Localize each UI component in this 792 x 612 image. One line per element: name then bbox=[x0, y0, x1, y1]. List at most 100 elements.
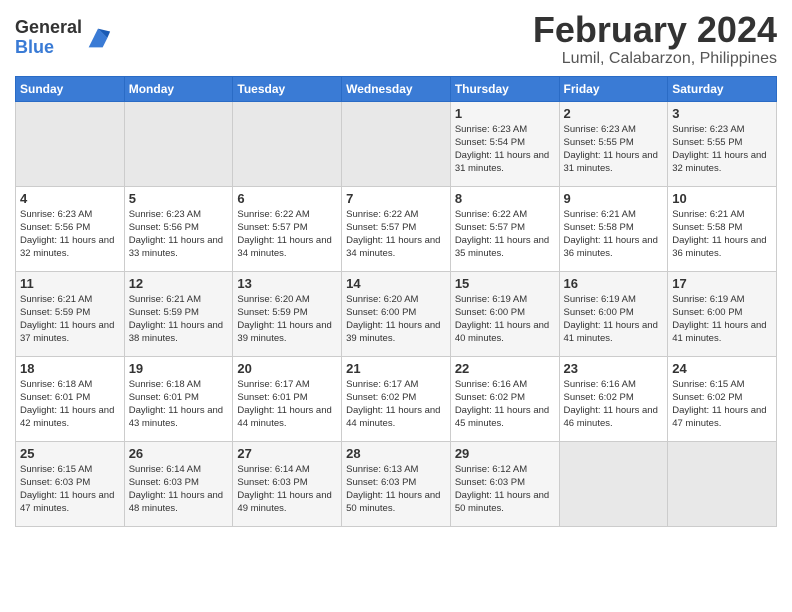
calendar-cell: 2 Sunrise: 6:23 AMSunset: 5:55 PMDaylight… bbox=[559, 101, 668, 186]
cell-content: Sunrise: 6:19 AMSunset: 6:00 PMDaylight:… bbox=[564, 293, 664, 346]
location-title: Lumil, Calabarzon, Philippines bbox=[533, 50, 777, 68]
calendar-cell bbox=[124, 101, 233, 186]
calendar-week-row: 1 Sunrise: 6:23 AMSunset: 5:54 PMDaylight… bbox=[16, 101, 777, 186]
calendar-week-row: 4 Sunrise: 6:23 AMSunset: 5:56 PMDaylight… bbox=[16, 186, 777, 271]
calendar-cell: 10 Sunrise: 6:21 AMSunset: 5:58 PMDayligh… bbox=[668, 186, 777, 271]
calendar-week-row: 18 Sunrise: 6:18 AMSunset: 6:01 PMDayligh… bbox=[16, 356, 777, 441]
logo-general-text: General bbox=[15, 17, 82, 37]
cell-content: Sunrise: 6:21 AMSunset: 5:59 PMDaylight:… bbox=[20, 293, 120, 346]
calendar-cell: 11 Sunrise: 6:21 AMSunset: 5:59 PMDayligh… bbox=[16, 271, 125, 356]
day-number: 10 bbox=[672, 191, 772, 206]
cell-content: Sunrise: 6:19 AMSunset: 6:00 PMDaylight:… bbox=[672, 293, 772, 346]
calendar-cell bbox=[559, 441, 668, 526]
day-number: 3 bbox=[672, 106, 772, 121]
month-title: February 2024 bbox=[533, 10, 777, 50]
calendar-cell: 7 Sunrise: 6:22 AMSunset: 5:57 PMDaylight… bbox=[342, 186, 451, 271]
cell-content: Sunrise: 6:23 AMSunset: 5:55 PMDaylight:… bbox=[564, 123, 664, 176]
day-number: 20 bbox=[237, 361, 337, 376]
cell-content: Sunrise: 6:20 AMSunset: 5:59 PMDaylight:… bbox=[237, 293, 337, 346]
calendar-cell: 21 Sunrise: 6:17 AMSunset: 6:02 PMDayligh… bbox=[342, 356, 451, 441]
day-number: 16 bbox=[564, 276, 664, 291]
weekday-header-thursday: Thursday bbox=[450, 76, 559, 101]
day-number: 7 bbox=[346, 191, 446, 206]
cell-content: Sunrise: 6:14 AMSunset: 6:03 PMDaylight:… bbox=[237, 463, 337, 516]
calendar-cell: 24Sunrise: 6:15 AMSunset: 6:02 PMDayligh… bbox=[668, 356, 777, 441]
day-number: 8 bbox=[455, 191, 555, 206]
cell-content: Sunrise: 6:16 AMSunset: 6:02 PMDaylight:… bbox=[455, 378, 555, 431]
calendar-cell bbox=[342, 101, 451, 186]
cell-content: Sunrise: 6:21 AMSunset: 5:59 PMDaylight:… bbox=[129, 293, 229, 346]
weekday-header-tuesday: Tuesday bbox=[233, 76, 342, 101]
logo-blue-text: Blue bbox=[15, 37, 54, 57]
calendar-cell: 26Sunrise: 6:14 AMSunset: 6:03 PMDayligh… bbox=[124, 441, 233, 526]
calendar-cell: 18Sunrise: 6:18 AMSunset: 6:01 PMDayligh… bbox=[16, 356, 125, 441]
calendar-cell: 20Sunrise: 6:17 AMSunset: 6:01 PMDayligh… bbox=[233, 356, 342, 441]
day-number: 28 bbox=[346, 446, 446, 461]
weekday-header-row: SundayMondayTuesdayWednesdayThursdayFrid… bbox=[16, 76, 777, 101]
cell-content: Sunrise: 6:15 AMSunset: 6:02 PMDaylight:… bbox=[672, 378, 772, 431]
day-number: 17 bbox=[672, 276, 772, 291]
weekday-header-saturday: Saturday bbox=[668, 76, 777, 101]
calendar-cell: 6 Sunrise: 6:22 AMSunset: 5:57 PMDaylight… bbox=[233, 186, 342, 271]
cell-content: Sunrise: 6:23 AMSunset: 5:56 PMDaylight:… bbox=[129, 208, 229, 261]
day-number: 26 bbox=[129, 446, 229, 461]
day-number: 1 bbox=[455, 106, 555, 121]
calendar-cell: 3Sunrise: 6:23 AMSunset: 5:55 PMDaylight… bbox=[668, 101, 777, 186]
calendar-week-row: 11 Sunrise: 6:21 AMSunset: 5:59 PMDayligh… bbox=[16, 271, 777, 356]
cell-content: Sunrise: 6:21 AMSunset: 5:58 PMDaylight:… bbox=[564, 208, 664, 261]
day-number: 22 bbox=[455, 361, 555, 376]
calendar-cell: 13 Sunrise: 6:20 AMSunset: 5:59 PMDayligh… bbox=[233, 271, 342, 356]
day-number: 2 bbox=[564, 106, 664, 121]
calendar-cell: 27Sunrise: 6:14 AMSunset: 6:03 PMDayligh… bbox=[233, 441, 342, 526]
day-number: 21 bbox=[346, 361, 446, 376]
day-number: 25 bbox=[20, 446, 120, 461]
page-header: General Blue February 2024 Lumil, Calaba… bbox=[15, 10, 777, 68]
day-number: 11 bbox=[20, 276, 120, 291]
calendar-cell: 15 Sunrise: 6:19 AMSunset: 6:00 PMDayligh… bbox=[450, 271, 559, 356]
day-number: 6 bbox=[237, 191, 337, 206]
calendar-cell: 5 Sunrise: 6:23 AMSunset: 5:56 PMDaylight… bbox=[124, 186, 233, 271]
calendar-cell: 19 Sunrise: 6:18 AMSunset: 6:01 PMDayligh… bbox=[124, 356, 233, 441]
cell-content: Sunrise: 6:22 AMSunset: 5:57 PMDaylight:… bbox=[346, 208, 446, 261]
cell-content: Sunrise: 6:17 AMSunset: 6:02 PMDaylight:… bbox=[346, 378, 446, 431]
calendar-week-row: 25 Sunrise: 6:15 AMSunset: 6:03 PMDayligh… bbox=[16, 441, 777, 526]
day-number: 18 bbox=[20, 361, 120, 376]
day-number: 19 bbox=[129, 361, 229, 376]
day-number: 15 bbox=[455, 276, 555, 291]
calendar-cell: 17 Sunrise: 6:19 AMSunset: 6:00 PMDayligh… bbox=[668, 271, 777, 356]
day-number: 4 bbox=[20, 191, 120, 206]
calendar-cell: 23Sunrise: 6:16 AMSunset: 6:02 PMDayligh… bbox=[559, 356, 668, 441]
cell-content: Sunrise: 6:20 AMSunset: 6:00 PMDaylight:… bbox=[346, 293, 446, 346]
calendar-cell: 25 Sunrise: 6:15 AMSunset: 6:03 PMDayligh… bbox=[16, 441, 125, 526]
calendar-cell: 14 Sunrise: 6:20 AMSunset: 6:00 PMDayligh… bbox=[342, 271, 451, 356]
day-number: 29 bbox=[455, 446, 555, 461]
logo-icon bbox=[84, 24, 112, 52]
weekday-header-monday: Monday bbox=[124, 76, 233, 101]
calendar-table: SundayMondayTuesdayWednesdayThursdayFrid… bbox=[15, 76, 777, 527]
day-number: 12 bbox=[129, 276, 229, 291]
calendar-cell: 22 Sunrise: 6:16 AMSunset: 6:02 PMDayligh… bbox=[450, 356, 559, 441]
cell-content: Sunrise: 6:13 AMSunset: 6:03 PMDaylight:… bbox=[346, 463, 446, 516]
day-number: 5 bbox=[129, 191, 229, 206]
day-number: 9 bbox=[564, 191, 664, 206]
cell-content: Sunrise: 6:22 AMSunset: 5:57 PMDaylight:… bbox=[237, 208, 337, 261]
calendar-cell: 28 Sunrise: 6:13 AMSunset: 6:03 PMDayligh… bbox=[342, 441, 451, 526]
cell-content: Sunrise: 6:18 AMSunset: 6:01 PMDaylight:… bbox=[129, 378, 229, 431]
calendar-cell: 1 Sunrise: 6:23 AMSunset: 5:54 PMDaylight… bbox=[450, 101, 559, 186]
calendar-cell: 12 Sunrise: 6:21 AMSunset: 5:59 PMDayligh… bbox=[124, 271, 233, 356]
cell-content: Sunrise: 6:22 AMSunset: 5:57 PMDaylight:… bbox=[455, 208, 555, 261]
cell-content: Sunrise: 6:23 AMSunset: 5:54 PMDaylight:… bbox=[455, 123, 555, 176]
day-number: 14 bbox=[346, 276, 446, 291]
cell-content: Sunrise: 6:19 AMSunset: 6:00 PMDaylight:… bbox=[455, 293, 555, 346]
weekday-header-wednesday: Wednesday bbox=[342, 76, 451, 101]
cell-content: Sunrise: 6:21 AMSunset: 5:58 PMDaylight:… bbox=[672, 208, 772, 261]
calendar-cell: 8 Sunrise: 6:22 AMSunset: 5:57 PMDaylight… bbox=[450, 186, 559, 271]
day-number: 23 bbox=[564, 361, 664, 376]
calendar-cell: 16 Sunrise: 6:19 AMSunset: 6:00 PMDayligh… bbox=[559, 271, 668, 356]
cell-content: Sunrise: 6:15 AMSunset: 6:03 PMDaylight:… bbox=[20, 463, 120, 516]
calendar-cell: 9 Sunrise: 6:21 AMSunset: 5:58 PMDaylight… bbox=[559, 186, 668, 271]
cell-content: Sunrise: 6:23 AMSunset: 5:56 PMDaylight:… bbox=[20, 208, 120, 261]
calendar-cell: 29Sunrise: 6:12 AMSunset: 6:03 PMDayligh… bbox=[450, 441, 559, 526]
day-number: 13 bbox=[237, 276, 337, 291]
calendar-cell: 4 Sunrise: 6:23 AMSunset: 5:56 PMDaylight… bbox=[16, 186, 125, 271]
